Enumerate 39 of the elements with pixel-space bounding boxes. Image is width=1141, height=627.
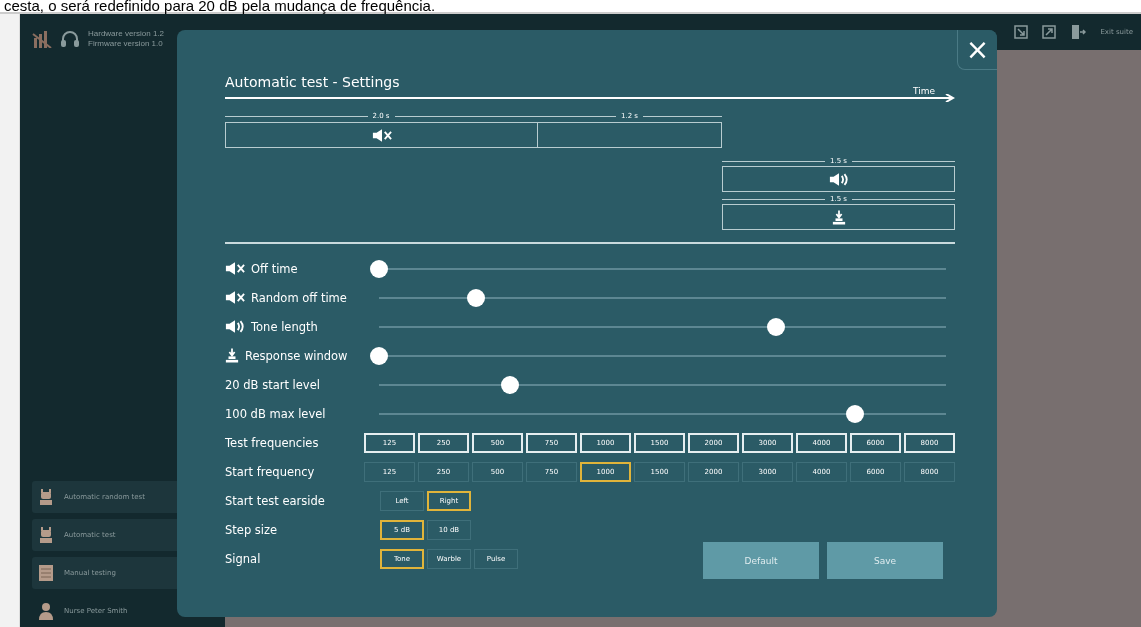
slider-thumb[interactable] [766, 317, 785, 336]
push-button-icon [831, 208, 846, 226]
speaker-icon [828, 171, 849, 187]
document-text: cesta, o será redefinido para 20 dB pela mudança de frequência. [3, 0, 437, 12]
slider-thumb[interactable] [500, 375, 519, 394]
slider-label: Off time [251, 261, 298, 276]
exit-door-icon[interactable] [1070, 24, 1087, 40]
slider-label: Tone length [251, 319, 318, 334]
option-label: Test frequencies [225, 435, 319, 450]
slider-label: 20 dB start level [225, 377, 320, 392]
firmware-version: Firmware version 1.0 [88, 39, 164, 49]
robot-icon [38, 526, 54, 544]
slider-thumb[interactable] [370, 346, 389, 365]
minimize-window-icon[interactable] [1014, 25, 1029, 39]
option-label: Start test earside [225, 493, 325, 508]
slider-label: Random off time [251, 290, 347, 305]
slider-thumb[interactable] [466, 288, 485, 307]
slider-thumb[interactable] [846, 404, 865, 423]
dialog-title: Automatic test - Settings [225, 74, 401, 90]
option-label: Start frequency [225, 464, 315, 479]
option-label: Signal [225, 551, 261, 566]
push-button-icon [225, 347, 239, 364]
option-label: Step size [225, 522, 278, 537]
hardware-version: Hardware version 1.2 [88, 29, 165, 39]
person-icon [38, 602, 54, 620]
slider-thumb[interactable] [370, 259, 389, 278]
axis-label: Time [912, 86, 935, 96]
muted-speaker-icon [371, 127, 392, 143]
slider-label: 100 dB max level [225, 406, 326, 421]
slider-label: Response window [245, 348, 348, 363]
maximize-window-icon[interactable] [1042, 25, 1057, 39]
close-button[interactable]: × [957, 30, 997, 70]
bar-chart-icon [32, 30, 52, 48]
muted-speaker-icon [225, 290, 245, 305]
robot-icon [38, 488, 54, 506]
headphones-icon [60, 30, 80, 48]
speaker-icon [225, 319, 245, 334]
document-icon [38, 564, 54, 582]
muted-speaker-icon [225, 261, 245, 276]
